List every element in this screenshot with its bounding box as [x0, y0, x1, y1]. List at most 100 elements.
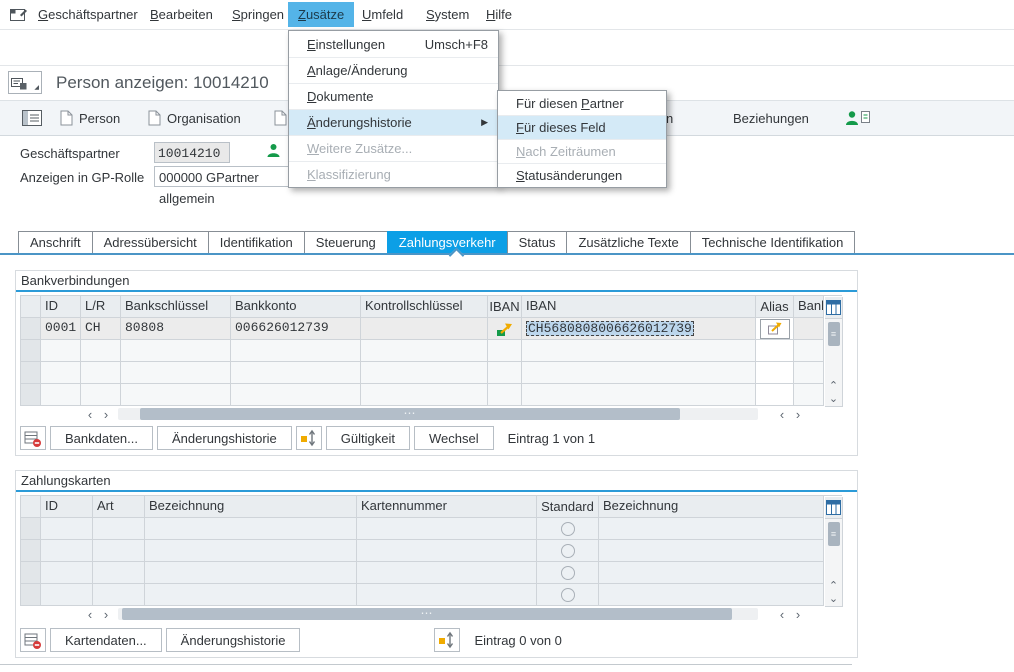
scroll-left-icon[interactable]: ‹: [774, 607, 790, 622]
row-selector[interactable]: [21, 518, 41, 540]
col-header[interactable]: Kontrollschlüssel: [361, 296, 488, 318]
col-header[interactable]: Standard: [537, 496, 599, 518]
delete-card-button[interactable]: [20, 628, 46, 652]
scroll-up-icon[interactable]: ⌃: [829, 380, 838, 393]
row-selector[interactable]: [21, 318, 41, 340]
standard-radio[interactable]: [561, 544, 575, 558]
col-header[interactable]: IBAN: [488, 296, 522, 318]
services-menu-button[interactable]: ◢: [8, 71, 42, 94]
scroll-down-icon[interactable]: ⌄: [829, 393, 838, 406]
submenu-item-fuer-dieses-feld[interactable]: Für dieses Feld: [498, 115, 666, 139]
bank-id-cell[interactable]: 0001: [41, 318, 81, 340]
col-header[interactable]: Bankschlüssel: [121, 296, 231, 318]
menu-item-dokumente[interactable]: Dokumente: [289, 83, 498, 109]
tab-zahlungsverkehr[interactable]: Zahlungsverkehr: [387, 231, 508, 255]
menu-umfeld[interactable]: Umfeld: [352, 2, 413, 27]
partner-switch-button[interactable]: [845, 101, 871, 135]
scrollbar-track[interactable]: ⋯: [118, 408, 758, 420]
menu-item-einstellungen[interactable]: EinstellungenUmsch+F8: [289, 31, 498, 57]
col-header[interactable]: L/R: [81, 296, 121, 318]
bank-account-cell[interactable]: 006626012739: [231, 318, 361, 340]
locator-toggle-button[interactable]: [22, 101, 42, 135]
tab-steuerung[interactable]: Steuerung: [304, 231, 388, 255]
kartendaten-button[interactable]: Kartendaten...: [50, 628, 162, 652]
iban-selected-value[interactable]: CH5680808006626012739: [526, 321, 694, 336]
col-header[interactable]: ID: [41, 496, 93, 518]
col-header[interactable]: Bank: [794, 296, 824, 318]
submenu-item-fuer-diesen-partner[interactable]: Für diesen Partner: [498, 91, 666, 115]
scrollbar-thumb[interactable]: ⋯: [122, 608, 732, 620]
bank-key-cell[interactable]: 80808: [121, 318, 231, 340]
control-key-cell[interactable]: [361, 318, 488, 340]
menu-item-aenderungshistorie[interactable]: Änderungshistorie▶: [289, 109, 498, 135]
alias-button[interactable]: [760, 319, 790, 339]
col-header[interactable]: Bezeichnung: [599, 496, 824, 518]
row-selector[interactable]: [21, 584, 41, 606]
tab-identifikation[interactable]: Identifikation: [208, 231, 305, 255]
row-selector[interactable]: [21, 562, 41, 584]
tab-zusaetzliche-texte[interactable]: Zusätzliche Texte: [566, 231, 690, 255]
select-all-cell[interactable]: [21, 296, 41, 318]
move-entry-button[interactable]: [296, 426, 322, 450]
col-header[interactable]: Kartennummer: [357, 496, 537, 518]
delete-bank-button[interactable]: [20, 426, 46, 450]
cards-aenderungshistorie-button[interactable]: Änderungshistorie: [166, 628, 301, 652]
scroll-up-icon[interactable]: ⌃: [829, 580, 838, 593]
col-header[interactable]: Art: [93, 496, 145, 518]
person-button[interactable]: Person: [60, 101, 120, 135]
scroll-right-icon[interactable]: ›: [98, 407, 114, 422]
move-entry-button[interactable]: [434, 628, 460, 652]
menu-hilfe[interactable]: Hilfe: [476, 2, 522, 27]
standard-cell: [537, 562, 599, 584]
select-all-cell[interactable]: [21, 496, 41, 518]
menu-zusaetze[interactable]: Zusätze: [288, 2, 354, 27]
beziehungen-button[interactable]: Beziehungen: [733, 101, 809, 135]
menu-item-anlage-aenderung[interactable]: Anlage/Änderung: [289, 57, 498, 83]
gueltigkeit-button[interactable]: Gültigkeit: [326, 426, 410, 450]
scroll-left-icon[interactable]: ‹: [774, 407, 790, 422]
menu-system[interactable]: System: [416, 2, 479, 27]
tab-technische-identifikation[interactable]: Technische Identifikation: [690, 231, 856, 255]
scroll-right-icon[interactable]: ›: [98, 607, 114, 622]
bank-aenderungshistorie-button[interactable]: Änderungshistorie: [157, 426, 292, 450]
standard-radio[interactable]: [561, 566, 575, 580]
scrollbar-track[interactable]: ⋯: [118, 608, 758, 620]
wechsel-button[interactable]: Wechsel: [414, 426, 494, 450]
bankdaten-button[interactable]: Bankdaten...: [50, 426, 153, 450]
tab-anschrift[interactable]: Anschrift: [18, 231, 93, 255]
scrollbar-thumb[interactable]: ≡: [828, 522, 840, 546]
menu-geschaeftspartner[interactable]: Geschäftspartner: [28, 2, 148, 27]
bank-lr-cell[interactable]: CH: [81, 318, 121, 340]
standard-radio[interactable]: [561, 588, 575, 602]
sap-screen-icon[interactable]: [10, 7, 28, 24]
scrollbar-thumb[interactable]: ≡: [828, 322, 840, 346]
iban-create-cell[interactable]: [488, 318, 522, 340]
gruppe-button[interactable]: [274, 101, 287, 135]
col-header[interactable]: Alias: [756, 296, 794, 318]
scroll-right-icon[interactable]: ›: [790, 407, 806, 422]
scroll-left-icon[interactable]: ‹: [82, 407, 98, 422]
iban-cell[interactable]: CH5680808006626012739: [522, 318, 756, 340]
standard-radio[interactable]: [561, 522, 575, 536]
col-header[interactable]: IBAN: [522, 296, 756, 318]
menu-springen[interactable]: Springen: [222, 2, 294, 27]
table-settings-button[interactable]: [825, 497, 842, 519]
col-header[interactable]: Bezeichnung: [145, 496, 357, 518]
tab-adressuebersicht[interactable]: Adressübersicht: [92, 231, 209, 255]
row-selector[interactable]: [21, 362, 41, 384]
gp-number-field[interactable]: 10014210: [154, 142, 230, 163]
row-selector[interactable]: [21, 384, 41, 406]
organisation-button[interactable]: Organisation: [148, 101, 241, 135]
col-header[interactable]: Bankkonto: [231, 296, 361, 318]
col-header[interactable]: ID: [41, 296, 81, 318]
scroll-right-icon[interactable]: ›: [790, 607, 806, 622]
row-selector[interactable]: [21, 540, 41, 562]
scrollbar-thumb[interactable]: ⋯: [140, 408, 680, 420]
menu-bearbeiten[interactable]: Bearbeiten: [140, 2, 223, 27]
scroll-left-icon[interactable]: ‹: [82, 607, 98, 622]
submenu-item-statusaenderungen[interactable]: Statusänderungen: [498, 163, 666, 187]
tab-status[interactable]: Status: [507, 231, 568, 255]
table-settings-button[interactable]: [825, 297, 842, 319]
row-selector[interactable]: [21, 340, 41, 362]
scroll-down-icon[interactable]: ⌄: [829, 593, 838, 606]
